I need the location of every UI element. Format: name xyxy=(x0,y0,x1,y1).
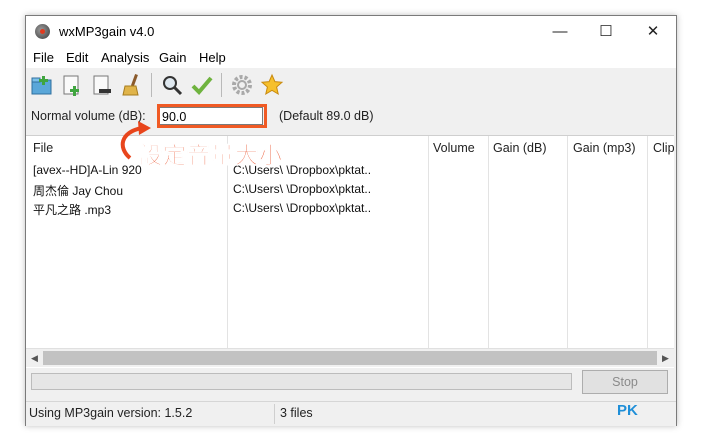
toolbar-separator xyxy=(151,73,152,97)
clear-broom-icon[interactable] xyxy=(120,73,144,97)
app-logo-icon xyxy=(35,24,50,39)
stop-button[interactable]: Stop xyxy=(582,370,668,394)
menu-help[interactable]: Help xyxy=(199,50,226,65)
menu-edit[interactable]: Edit xyxy=(66,50,88,65)
horizontal-scrollbar[interactable]: ◀ ▶ xyxy=(26,348,674,367)
column-header-gain-db[interactable]: Gain (dB) xyxy=(493,141,547,155)
add-folder-icon[interactable] xyxy=(30,73,54,97)
toolbar-separator xyxy=(221,73,222,97)
column-header-volume[interactable]: Volume xyxy=(433,141,475,155)
menu-gain[interactable]: Gain xyxy=(159,50,186,65)
column-header-clip[interactable]: Clip xyxy=(653,141,674,155)
column-divider xyxy=(647,136,648,348)
minimize-button[interactable]: — xyxy=(537,16,583,48)
menu-file[interactable]: File xyxy=(33,50,54,65)
menu-analysis[interactable]: Analysis xyxy=(101,50,149,65)
progress-bar xyxy=(31,373,572,390)
volume-input-highlight-box xyxy=(157,104,267,128)
row-file-path[interactable]: C:\Users\ \Dropbox\pktat.. xyxy=(233,182,371,196)
window-title: wxMP3gain v4.0 xyxy=(59,24,155,39)
file-list[interactable]: File Volume Gain (dB) Gain (mp3) Clip [a… xyxy=(26,135,674,368)
column-divider xyxy=(488,136,489,348)
app-window: wxMP3gain v4.0 — ☐ ✕ File Edit Analysis … xyxy=(25,15,677,426)
mp3gain-version-status: Using MP3gain version: 1.5.2 xyxy=(29,406,193,420)
status-divider xyxy=(274,404,275,424)
maximize-button[interactable]: ☐ xyxy=(583,16,629,48)
remove-file-icon[interactable] xyxy=(90,73,114,97)
title-bar[interactable]: wxMP3gain v4.0 — ☐ ✕ xyxy=(26,16,676,48)
apply-gain-check-icon[interactable] xyxy=(190,73,214,97)
default-volume-text: (Default 89.0 dB) xyxy=(279,109,374,123)
status-bar: Using MP3gain version: 1.5.2 3 files xyxy=(26,401,676,426)
column-header-gain-mp3[interactable]: Gain (mp3) xyxy=(573,141,636,155)
column-divider xyxy=(567,136,568,348)
column-header-file[interactable]: File xyxy=(33,141,53,155)
watermark: PK xyxy=(617,402,638,419)
scroll-right-icon[interactable]: ▶ xyxy=(657,349,674,367)
favorite-star-icon[interactable] xyxy=(260,73,284,97)
annotation-callout: 設定音量大小 xyxy=(139,142,283,169)
row-file-name[interactable]: 周杰倫 Jay Chou xyxy=(33,182,123,199)
analyze-magnifier-icon[interactable] xyxy=(160,73,184,97)
file-count-status: 3 files xyxy=(280,406,313,420)
row-file-path[interactable]: C:\Users\ \Dropbox\pktat.. xyxy=(233,201,371,215)
toolbar xyxy=(26,69,676,101)
scroll-left-icon[interactable]: ◀ xyxy=(26,349,43,367)
add-file-icon[interactable] xyxy=(60,73,84,97)
close-button[interactable]: ✕ xyxy=(630,16,676,48)
settings-gear-icon[interactable] xyxy=(230,73,254,97)
row-file-name[interactable]: 平凡之路 .mp3 xyxy=(33,201,111,218)
scrollbar-thumb[interactable] xyxy=(43,351,657,365)
menu-bar: File Edit Analysis Gain Help xyxy=(26,48,676,68)
column-divider xyxy=(428,136,429,348)
row-file-name[interactable]: [avex--HD]A-Lin 920 xyxy=(33,163,142,177)
